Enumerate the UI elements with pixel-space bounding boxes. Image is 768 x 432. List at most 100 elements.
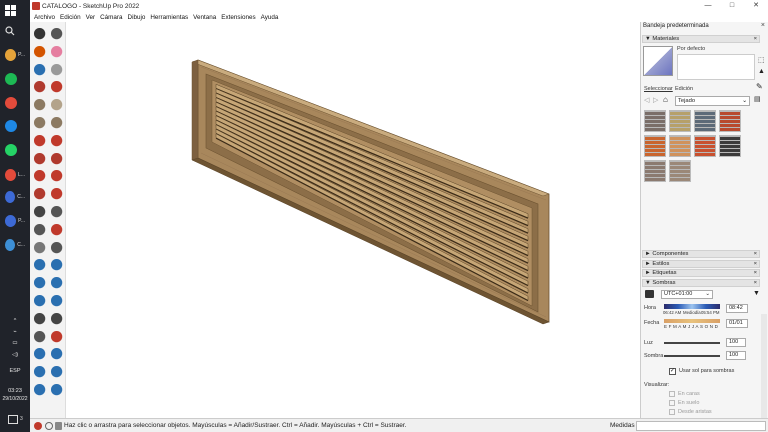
material-swatch[interactable]: [694, 110, 716, 132]
close-button[interactable]: ✕: [744, 0, 768, 12]
followme-tool-icon[interactable]: [51, 152, 65, 167]
network-icon[interactable]: ⌁: [0, 329, 30, 335]
menu-ayuda[interactable]: Ayuda: [261, 14, 279, 21]
zoom-window-tool-icon[interactable]: [51, 277, 65, 292]
dimension-tool-icon[interactable]: [34, 241, 48, 256]
material-swatch[interactable]: [669, 135, 691, 157]
drawing-viewport[interactable]: [66, 22, 639, 418]
menu-archivo[interactable]: Archivo: [34, 14, 55, 21]
tape-tool-icon[interactable]: [34, 206, 48, 220]
eraser-tool-icon[interactable]: [51, 45, 65, 60]
sandbox2-tool-icon[interactable]: [51, 348, 65, 363]
desde-aristas-checkbox[interactable]: [669, 409, 675, 415]
tag-tool-icon[interactable]: [51, 63, 65, 78]
en-caras-checkbox[interactable]: [669, 391, 675, 397]
section-sombras[interactable]: ▼ Sombras ×: [642, 279, 760, 287]
offset-tool-icon[interactable]: [51, 188, 65, 203]
circle-tool-icon[interactable]: [34, 117, 48, 131]
component-tool-icon[interactable]: [34, 63, 48, 78]
freehand-tool-icon[interactable]: [51, 81, 65, 96]
menu-edicion[interactable]: Edición: [60, 14, 81, 21]
close-icon[interactable]: ×: [754, 36, 757, 42]
sombra-input[interactable]: 100: [726, 351, 746, 360]
zoom-tool-icon[interactable]: [34, 277, 48, 292]
paint-bucket-icon[interactable]: ▲: [758, 68, 765, 75]
axes-tool-icon[interactable]: [51, 223, 65, 238]
tab-edicion[interactable]: Edición: [675, 86, 693, 92]
material-swatch[interactable]: [719, 110, 741, 132]
timezone-select[interactable]: UTC+01:00 ⌄: [661, 290, 713, 299]
close-icon[interactable]: ×: [754, 280, 757, 286]
hora-input[interactable]: 08:42: [726, 304, 748, 313]
arc-tool-icon[interactable]: [34, 134, 48, 149]
tab-seleccionar[interactable]: Seleccionar: [644, 86, 673, 92]
material-preview[interactable]: [643, 46, 673, 76]
credits-icon[interactable]: [45, 422, 53, 430]
taskbar-app-icon[interactable]: [5, 143, 25, 157]
taskbar-app-icon[interactable]: [5, 96, 25, 110]
orbit2-tool-icon[interactable]: [34, 259, 48, 274]
grille-model[interactable]: [66, 22, 639, 418]
sun-settings-icon[interactable]: ▼: [753, 290, 760, 297]
geolocation-icon[interactable]: [34, 422, 42, 430]
sandbox3-tool-icon[interactable]: [34, 366, 48, 381]
use-sun-checkbox[interactable]: ✓: [669, 368, 676, 375]
eyedropper-icon[interactable]: ✎: [756, 82, 763, 91]
material-name-field[interactable]: [677, 54, 755, 80]
windows-start-icon[interactable]: [5, 3, 25, 17]
material-swatch[interactable]: [644, 160, 666, 182]
section-etiquetas[interactable]: ► Etiquetas ×: [642, 269, 760, 277]
battery-icon[interactable]: ▭: [0, 340, 30, 346]
back-icon[interactable]: ◁: [644, 96, 649, 104]
en-suelo-checkbox[interactable]: [669, 400, 675, 406]
library-select[interactable]: Tejado ⌄: [675, 96, 750, 106]
hora-slider[interactable]: [664, 304, 720, 309]
details-icon[interactable]: ▤: [754, 95, 761, 103]
material-swatch[interactable]: [694, 135, 716, 157]
rotate-tool-icon[interactable]: [51, 170, 65, 185]
taskbar-app-icon[interactable]: [5, 119, 25, 133]
material-swatch[interactable]: [644, 135, 666, 157]
menu-ver[interactable]: Ver: [86, 14, 95, 21]
select-tool-icon[interactable]: [34, 28, 48, 42]
previous-view-tool-icon[interactable]: [51, 295, 65, 309]
tray-scrollbar[interactable]: [761, 314, 767, 418]
close-icon[interactable]: ×: [754, 251, 757, 257]
materials-header[interactable]: ▼ Materiales ×: [642, 35, 760, 43]
clock-date[interactable]: 29/10/2022: [0, 396, 30, 402]
material-swatch[interactable]: [669, 160, 691, 182]
tray-chevron-icon[interactable]: ^: [0, 318, 30, 324]
taskbar-app-icon[interactable]: C...: [5, 238, 25, 252]
sandbox6-tool-icon[interactable]: [51, 384, 65, 398]
look-around-tool-icon[interactable]: [51, 312, 65, 327]
maximize-button[interactable]: □: [720, 0, 744, 12]
language-indicator[interactable]: ESP: [0, 368, 30, 374]
search-icon[interactable]: [5, 24, 25, 38]
menu-herramientas[interactable]: Herramientas: [150, 14, 188, 21]
zoom-extents-tool-icon[interactable]: [34, 295, 48, 309]
pan-tool-icon[interactable]: [51, 259, 65, 274]
section-tool-icon[interactable]: [34, 330, 48, 345]
walk-tool-icon[interactable]: [34, 312, 48, 327]
text-tool-icon[interactable]: [51, 206, 65, 220]
taskbar-app-icon[interactable]: L...: [5, 168, 25, 182]
close-icon[interactable]: ×: [754, 270, 757, 276]
measure-input[interactable]: [636, 421, 766, 431]
minimize-button[interactable]: —: [696, 0, 720, 12]
sandbox1-tool-icon[interactable]: [34, 348, 48, 363]
polygon-tool-icon[interactable]: [51, 117, 65, 131]
display-section-tool-icon[interactable]: [51, 330, 65, 345]
luz-input[interactable]: 100: [726, 338, 746, 347]
taskbar-app-icon[interactable]: [5, 72, 25, 86]
taskbar-app-icon[interactable]: C...: [5, 190, 25, 204]
notification-icon[interactable]: 3: [8, 412, 28, 426]
forward-icon[interactable]: ▷: [653, 96, 658, 104]
pie-tool-icon[interactable]: [51, 134, 65, 149]
sandbox4-tool-icon[interactable]: [51, 366, 65, 381]
taskbar-app-icon[interactable]: P...: [5, 48, 25, 62]
volume-icon[interactable]: ◁): [0, 352, 30, 358]
protractor-tool-icon[interactable]: [34, 223, 48, 238]
luz-slider[interactable]: [664, 342, 720, 344]
scale-tool-icon[interactable]: [34, 188, 48, 203]
toggle-shadows-icon[interactable]: [645, 290, 654, 298]
